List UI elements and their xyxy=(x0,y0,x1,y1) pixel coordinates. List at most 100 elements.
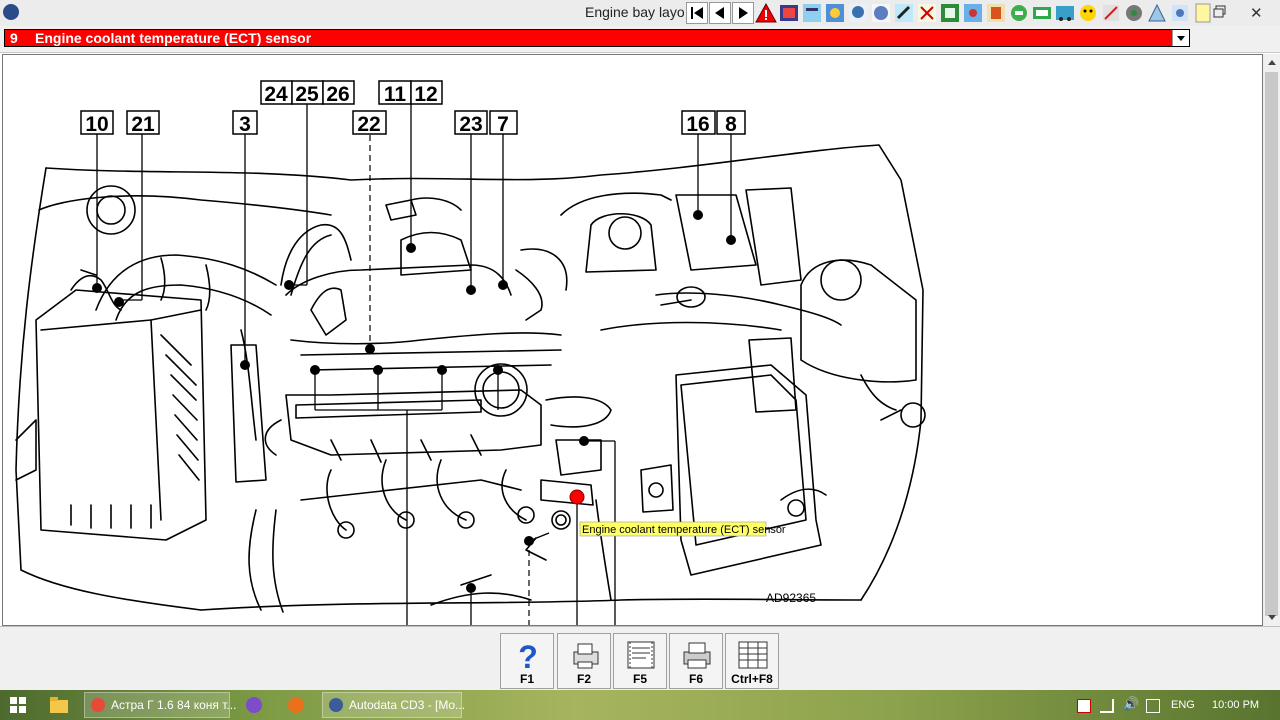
circuit-icon[interactable] xyxy=(1123,2,1145,24)
person-icon[interactable] xyxy=(916,2,938,24)
print-preview-icon xyxy=(573,643,599,669)
taskbar: Астра Г 1.6 84 коня т... Autodata CD3 - … xyxy=(0,690,1280,720)
task-browser-button[interactable]: Астра Г 1.6 84 коня т... xyxy=(84,692,236,718)
component-selector-bar: 9 Engine coolant temperature (ECT) senso… xyxy=(0,26,1280,75)
svg-text:25: 25 xyxy=(295,83,319,106)
svg-text:24: 24 xyxy=(264,83,288,106)
warning-icon[interactable] xyxy=(755,2,777,24)
scroll-up-button[interactable] xyxy=(1263,54,1280,71)
task-autodata-button[interactable]: Autodata CD3 - [Mo... xyxy=(322,692,466,718)
component-select[interactable]: 9 Engine coolant temperature (ECT) senso… xyxy=(4,29,1190,47)
engine-bay-diagram: 10 21 3 24 25 26 22 11 12 23 7 16 8 Engi… xyxy=(2,54,1263,626)
svg-text:22: 22 xyxy=(357,113,380,136)
callout-12[interactable]: 12 xyxy=(410,80,443,106)
callout-22[interactable]: 22 xyxy=(352,110,387,136)
language-indicator[interactable]: ENG xyxy=(1171,699,1195,711)
callout-11[interactable]: 11 xyxy=(378,80,412,106)
callout-3[interactable]: 3 xyxy=(232,110,258,136)
svg-text:8: 8 xyxy=(725,113,737,136)
tools-icon[interactable] xyxy=(1100,2,1122,24)
gear-icon[interactable] xyxy=(824,2,846,24)
component-number: 9 xyxy=(10,30,18,46)
component-tooltip: Engine coolant temperature (ECT) sensor xyxy=(579,521,786,537)
svg-text:12: 12 xyxy=(414,83,437,106)
title-bar: Engine bay layo ✕ xyxy=(0,0,1280,26)
list-icon xyxy=(738,641,768,669)
help-icon: ? xyxy=(518,639,538,672)
callout-8[interactable]: 8 xyxy=(716,110,746,136)
scroll-down-button[interactable] xyxy=(1263,609,1280,626)
f2-label: F2 xyxy=(576,672,591,686)
window-title: Engine bay layo xyxy=(585,4,685,20)
rotate-icon[interactable] xyxy=(1031,2,1053,24)
map-icon[interactable] xyxy=(801,2,823,24)
pen-icon[interactable] xyxy=(1008,2,1030,24)
svg-text:7: 7 xyxy=(497,113,509,136)
phone-icon[interactable] xyxy=(985,2,1007,24)
svg-text:21: 21 xyxy=(131,113,155,136)
first-page-icon[interactable] xyxy=(686,2,708,24)
wrench-icon[interactable] xyxy=(893,2,915,24)
document-icon[interactable] xyxy=(939,2,961,24)
f6-print-button[interactable]: F6 xyxy=(669,633,723,689)
component-label: Engine coolant temperature (ECT) sensor xyxy=(35,30,312,46)
hand-icon[interactable] xyxy=(847,2,869,24)
f6-label: F6 xyxy=(688,672,703,686)
svg-text:Engine coolant temperature (EC: Engine coolant temperature (ECT) sensor xyxy=(582,524,786,536)
f1-help-button[interactable]: ? F1 xyxy=(500,633,554,689)
callout-21[interactable]: 21 xyxy=(126,110,160,136)
book-icon[interactable] xyxy=(778,2,800,24)
callout-7[interactable]: 7 xyxy=(489,110,518,136)
app-icon[interactable] xyxy=(3,4,19,20)
ctrl-f8-label: Ctrl+F8 xyxy=(731,672,773,686)
car-icon[interactable] xyxy=(1054,2,1076,24)
callout-24[interactable]: 24 xyxy=(260,80,293,106)
usb-icon[interactable] xyxy=(1146,699,1160,713)
firefox-icon[interactable] xyxy=(288,697,304,713)
callout-23[interactable]: 23 xyxy=(454,110,488,136)
smiley-icon[interactable] xyxy=(1077,2,1099,24)
callout-26[interactable]: 26 xyxy=(322,80,355,106)
file-explorer-icon[interactable] xyxy=(50,697,68,713)
ctrl-f8-list-button[interactable]: Ctrl+F8 xyxy=(725,633,779,689)
f5-notes-button[interactable]: F5 xyxy=(613,633,667,689)
windows-start-icon[interactable] xyxy=(10,697,26,713)
svg-text:16: 16 xyxy=(686,113,709,136)
ect-sensor-marker[interactable] xyxy=(569,489,585,505)
vertical-scrollbar[interactable] xyxy=(1263,54,1280,626)
clock[interactable]: 10:00 PM xyxy=(1212,699,1259,711)
svg-text:26: 26 xyxy=(326,83,349,106)
signal-icon[interactable] xyxy=(1100,699,1114,713)
pump-icon[interactable] xyxy=(962,2,984,24)
cone-icon[interactable] xyxy=(1146,2,1168,24)
svg-text:3: 3 xyxy=(239,113,251,136)
close-icon[interactable]: ✕ xyxy=(1250,4,1263,22)
network-warning-icon[interactable] xyxy=(1077,699,1091,713)
svg-text:10: 10 xyxy=(85,113,108,136)
svg-text:11: 11 xyxy=(384,83,407,106)
note-icon[interactable] xyxy=(1192,2,1214,24)
task-browser-label: Астра Г 1.6 84 коня т... xyxy=(111,698,237,712)
globe-icon[interactable] xyxy=(870,2,892,24)
volume-icon[interactable]: 🔊 xyxy=(1123,696,1139,712)
f5-label: F5 xyxy=(632,672,647,686)
autodata-icon xyxy=(329,698,343,712)
next-icon[interactable] xyxy=(732,2,754,24)
f2-print-preview-button[interactable]: F2 xyxy=(557,633,611,689)
callout-16[interactable]: 16 xyxy=(681,110,716,136)
function-key-bar: ? F1 F2 F5 F6 Ctrl+F8 xyxy=(0,626,1280,691)
chevron-down-icon[interactable] xyxy=(1172,30,1189,46)
restore-icon[interactable] xyxy=(1212,4,1228,20)
callout-10[interactable]: 10 xyxy=(80,110,114,136)
task-autodata-label: Autodata CD3 - [Mo... xyxy=(349,698,466,712)
notes-icon xyxy=(627,641,655,669)
printer-icon xyxy=(683,642,711,669)
svg-text:?: ? xyxy=(518,639,538,672)
callout-25[interactable]: 25 xyxy=(291,80,324,106)
previous-icon[interactable] xyxy=(709,2,731,24)
diagram-ref-code: AD92365 xyxy=(766,591,816,605)
chrome-icon xyxy=(91,698,105,712)
scroll-thumb[interactable] xyxy=(1265,72,1278,616)
tooth-icon[interactable] xyxy=(1169,2,1191,24)
viber-icon[interactable] xyxy=(246,697,262,713)
